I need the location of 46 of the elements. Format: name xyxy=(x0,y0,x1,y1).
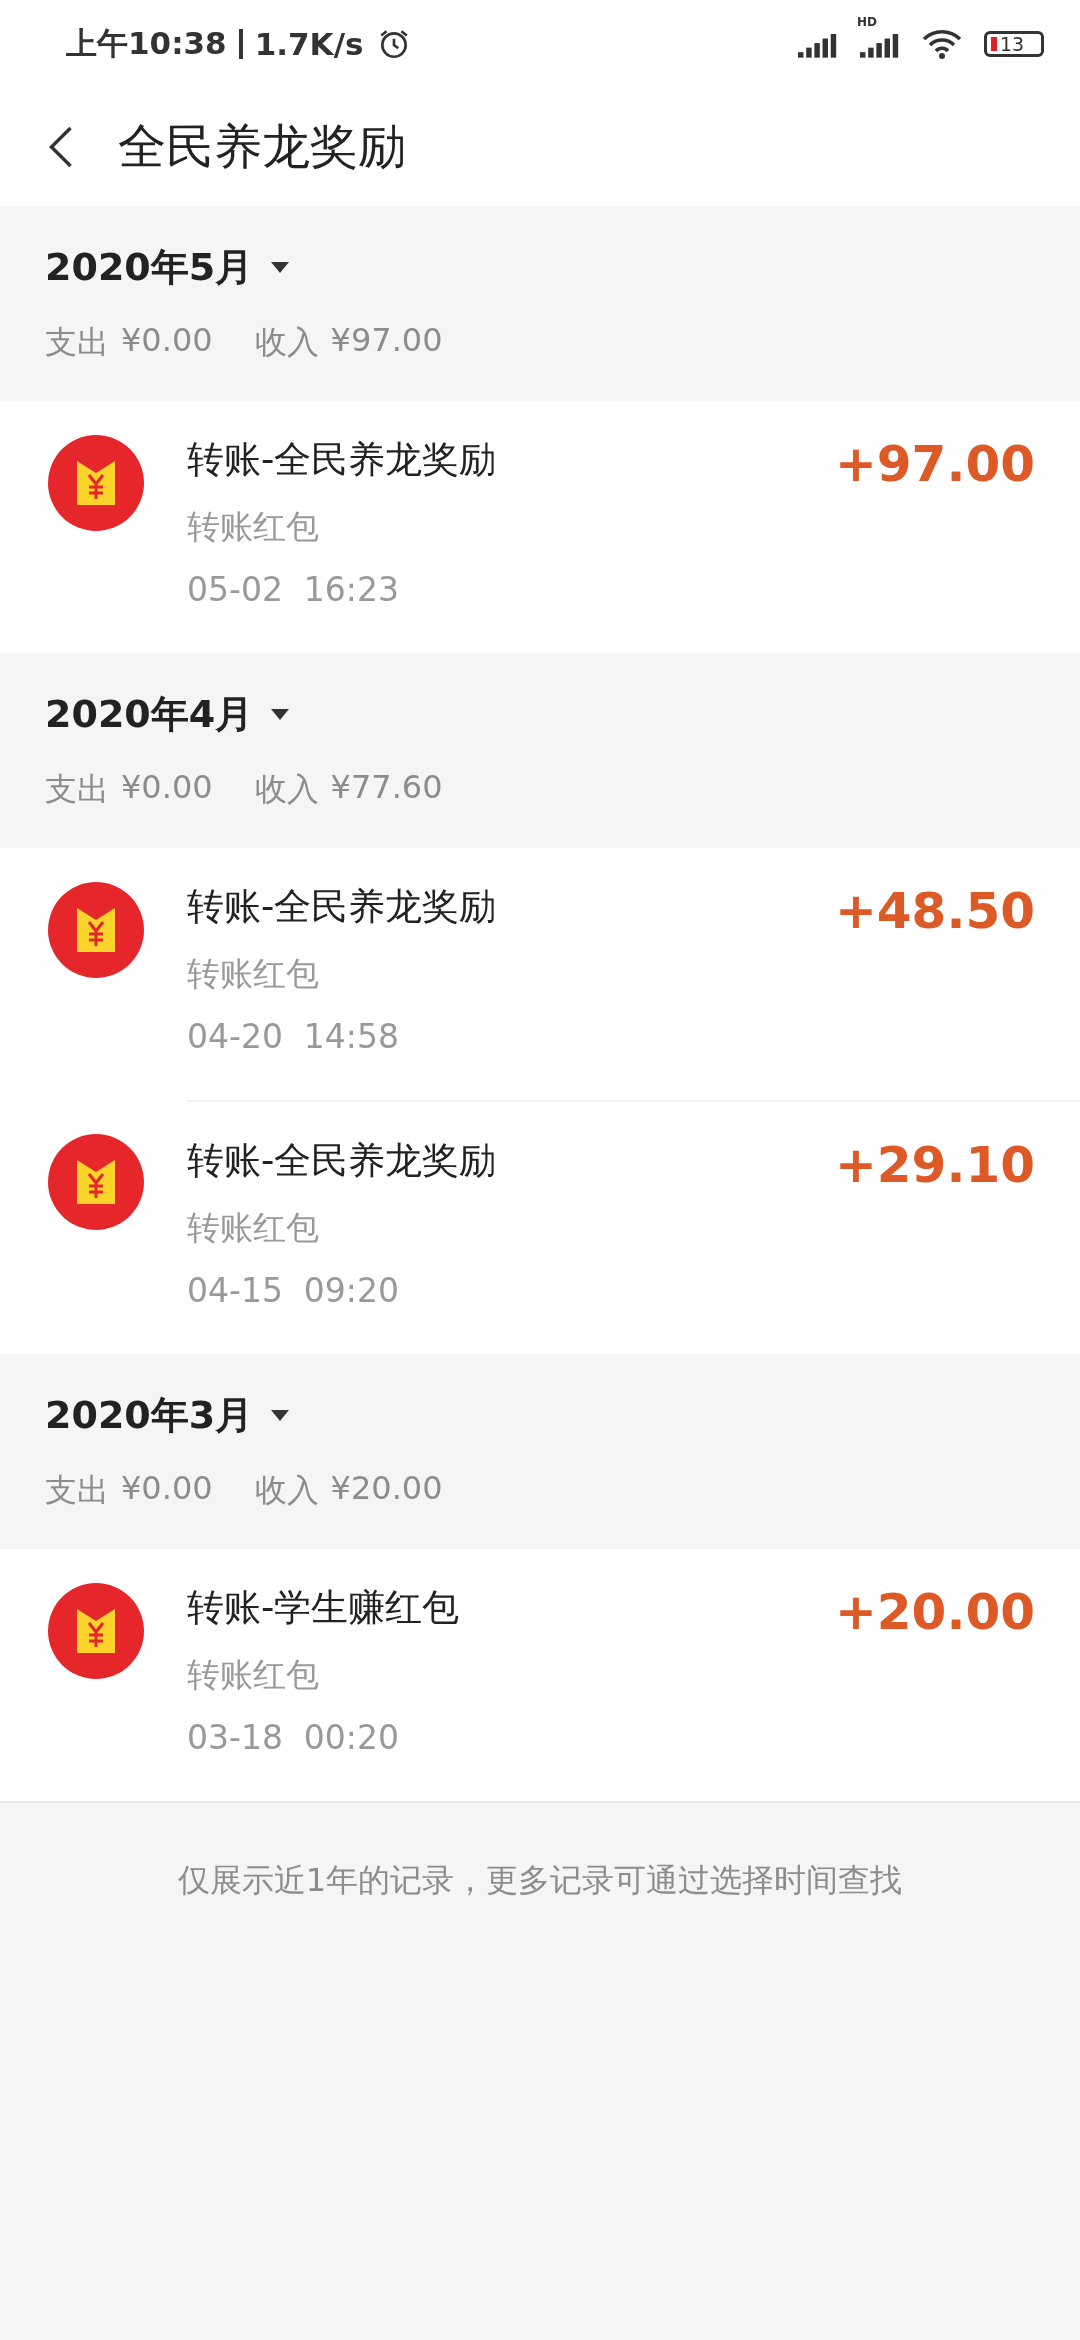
battery-icon: 13 xyxy=(984,31,1044,57)
caret-icon xyxy=(271,262,290,273)
transaction-type: 转账红包 xyxy=(187,1207,320,1249)
caret-icon xyxy=(271,709,290,720)
month-selector[interactable]: 2020年4月 xyxy=(45,689,290,740)
income-label: 收入 xyxy=(254,1470,319,1511)
envelope-icon xyxy=(48,1134,144,1230)
wifi-icon xyxy=(922,28,962,60)
transaction-title: 转账-全民养龙奖励 xyxy=(187,884,497,930)
expense-label: 支出 xyxy=(45,322,109,363)
footer-note: 仅展示近1年的记录，更多记录可通过选择时间查找 xyxy=(177,1860,903,1901)
transaction-amount: +29.10 xyxy=(834,1136,1035,1196)
transaction-amount: +48.50 xyxy=(834,882,1035,942)
income-label: 收入 xyxy=(254,322,319,363)
month-selector[interactable]: 2020年3月 xyxy=(45,1390,290,1441)
envelope-icon xyxy=(48,1583,144,1679)
network-speed: 1.7K/s xyxy=(254,26,364,62)
caret-icon xyxy=(271,1410,290,1421)
income-amount: ¥20.00 xyxy=(330,1469,443,1509)
transaction-time: 03-18 00:20 xyxy=(187,1718,400,1757)
expense-amount: ¥0.00 xyxy=(121,768,213,808)
status-time: 上午10:38 xyxy=(66,24,227,63)
back-button[interactable] xyxy=(48,124,74,170)
envelope-icon xyxy=(48,435,144,531)
transaction-type: 转账红包 xyxy=(187,953,320,995)
income-amount: ¥77.60 xyxy=(330,768,443,808)
expense-label: 支出 xyxy=(45,1470,109,1511)
hd-label: HD xyxy=(857,16,877,28)
transaction-amount: +97.00 xyxy=(834,435,1035,495)
income-amount: ¥97.00 xyxy=(330,321,443,361)
transaction-title: 转账-全民养龙奖励 xyxy=(187,1138,497,1184)
expense-amount: ¥0.00 xyxy=(121,321,213,361)
page-title: 全民养龙奖励 xyxy=(118,117,406,176)
expense-amount: ¥0.00 xyxy=(121,1469,213,1509)
transaction-time: 04-15 09:20 xyxy=(187,1271,400,1310)
transaction-type: 转账红包 xyxy=(187,1654,320,1696)
month-selector[interactable]: 2020年5月 xyxy=(45,242,290,293)
transaction-time: 04-20 14:58 xyxy=(187,1017,400,1056)
transaction-title: 转账-学生赚红包 xyxy=(187,1585,460,1631)
transaction-title: 转账-全民养龙奖励 xyxy=(187,437,497,483)
transaction-type: 转账红包 xyxy=(187,506,320,548)
transaction-amount: +20.00 xyxy=(834,1583,1035,1643)
income-label: 收入 xyxy=(254,769,319,810)
envelope-icon xyxy=(48,882,144,978)
expense-label: 支出 xyxy=(45,769,109,810)
transaction-time: 05-02 16:23 xyxy=(187,570,400,609)
